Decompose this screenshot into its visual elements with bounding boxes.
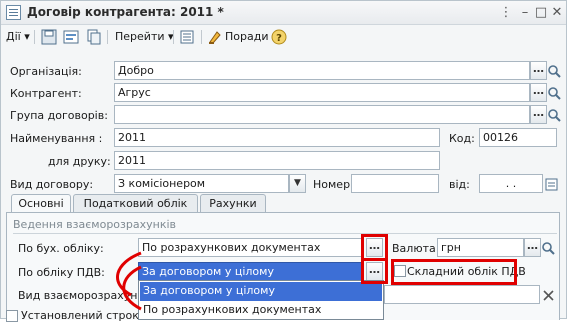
- annotation-box: [391, 259, 517, 285]
- menu-icon[interactable]: ⋮: [497, 4, 515, 21]
- group-field[interactable]: [114, 105, 530, 124]
- calendar-icon[interactable]: [543, 175, 560, 194]
- contract-window: Договір контрагента: 2011 * ⋮ – □ ✕ Дії …: [0, 0, 567, 322]
- title-bar: Договір контрагента: 2011 * ⋮ – □ ✕: [1, 1, 566, 25]
- organization-field[interactable]: Добро: [114, 61, 530, 80]
- copy-icon[interactable]: [86, 29, 102, 45]
- tab-tax-accounting[interactable]: Податковий облік: [73, 194, 198, 212]
- window-title: Договір контрагента: 2011 *: [27, 5, 224, 19]
- vat-dropdown-list: За договором у цілому По розрахункових д…: [138, 280, 384, 320]
- group-label: Група договорів:: [10, 109, 108, 122]
- accounting-select[interactable]: По розрахункових документах: [138, 238, 364, 257]
- actions-menu-button[interactable]: Дії ▾: [6, 28, 30, 46]
- close-icon[interactable]: ✕: [548, 4, 566, 21]
- date-field[interactable]: . .: [479, 174, 543, 193]
- clear-icon[interactable]: [540, 286, 557, 305]
- contract-type-label: Вид договору:: [10, 178, 94, 191]
- toolbar-divider: [173, 30, 174, 44]
- annotation-box: [361, 234, 388, 261]
- tab-main[interactable]: Основні: [11, 194, 71, 213]
- toolbar: Дії ▾ Перейти ▾ Поради ?: [1, 26, 566, 48]
- print-name-label: для друку:: [48, 155, 111, 168]
- save-icon[interactable]: [41, 29, 57, 45]
- organization-label: Організація:: [10, 65, 82, 78]
- tips-icon: [209, 31, 221, 44]
- counterparty-field[interactable]: Агрус: [114, 83, 530, 102]
- goto-menu-label: Перейти: [115, 30, 165, 43]
- dropdown-option-by-contract[interactable]: За договором у цілому: [140, 282, 382, 301]
- print-name-field[interactable]: 2011: [114, 151, 440, 170]
- code-field[interactable]: 00126: [479, 128, 557, 147]
- name-label: Найменування :: [10, 132, 103, 145]
- contract-type-select[interactable]: З комісіонером: [114, 174, 289, 193]
- organization-select-button[interactable]: …: [530, 61, 547, 80]
- help-icon[interactable]: ?: [271, 29, 287, 45]
- counterparty-label: Контрагент:: [10, 87, 82, 100]
- vat-label: По обліку ПДВ:: [18, 266, 105, 279]
- number-field[interactable]: [351, 174, 439, 193]
- currency-select-button[interactable]: …: [524, 238, 541, 257]
- number-label: Номер:: [313, 178, 354, 191]
- group-select-button[interactable]: …: [530, 105, 547, 124]
- annotation-box: [361, 258, 388, 284]
- document-list-icon[interactable]: [63, 29, 79, 45]
- name-field[interactable]: 2011: [114, 128, 440, 147]
- toolbar-divider: [201, 30, 202, 44]
- chevron-down-icon: ▾: [20, 30, 30, 43]
- search-icon[interactable]: [540, 239, 557, 258]
- goto-menu-button[interactable]: Перейти ▾: [115, 28, 174, 46]
- fixed-term-checkbox[interactable]: [6, 310, 18, 322]
- toolbar-divider: [34, 30, 35, 44]
- settlement-type-field[interactable]: [384, 285, 540, 304]
- counterparty-select-button[interactable]: …: [530, 83, 547, 102]
- dropdown-option-by-documents[interactable]: По розрахункових документах: [140, 301, 382, 320]
- tab-accounts[interactable]: Рахунки: [200, 194, 266, 212]
- toolbar-divider: [107, 30, 108, 44]
- search-icon[interactable]: [546, 84, 563, 103]
- annotation-arrow: [116, 251, 142, 311]
- tips-button[interactable]: Поради: [225, 28, 268, 46]
- section-title: Ведення взаєморозрахунків: [13, 218, 177, 231]
- accounting-label: По бух. обліку:: [18, 242, 104, 255]
- search-icon[interactable]: [546, 106, 563, 125]
- document-icon: [6, 5, 21, 20]
- currency-label: Валюта :: [392, 242, 443, 255]
- actions-menu-label: Дії: [6, 30, 21, 43]
- section-divider: [13, 233, 557, 234]
- code-label: Код:: [449, 132, 475, 145]
- chevron-down-icon[interactable]: ▼: [289, 174, 306, 193]
- search-icon[interactable]: [546, 62, 563, 81]
- vat-select[interactable]: За договором у цілому: [138, 262, 364, 281]
- currency-field[interactable]: грн: [437, 238, 524, 257]
- date-label: від:: [449, 178, 470, 191]
- structure-icon[interactable]: [179, 29, 195, 45]
- svg-text:?: ?: [276, 33, 282, 44]
